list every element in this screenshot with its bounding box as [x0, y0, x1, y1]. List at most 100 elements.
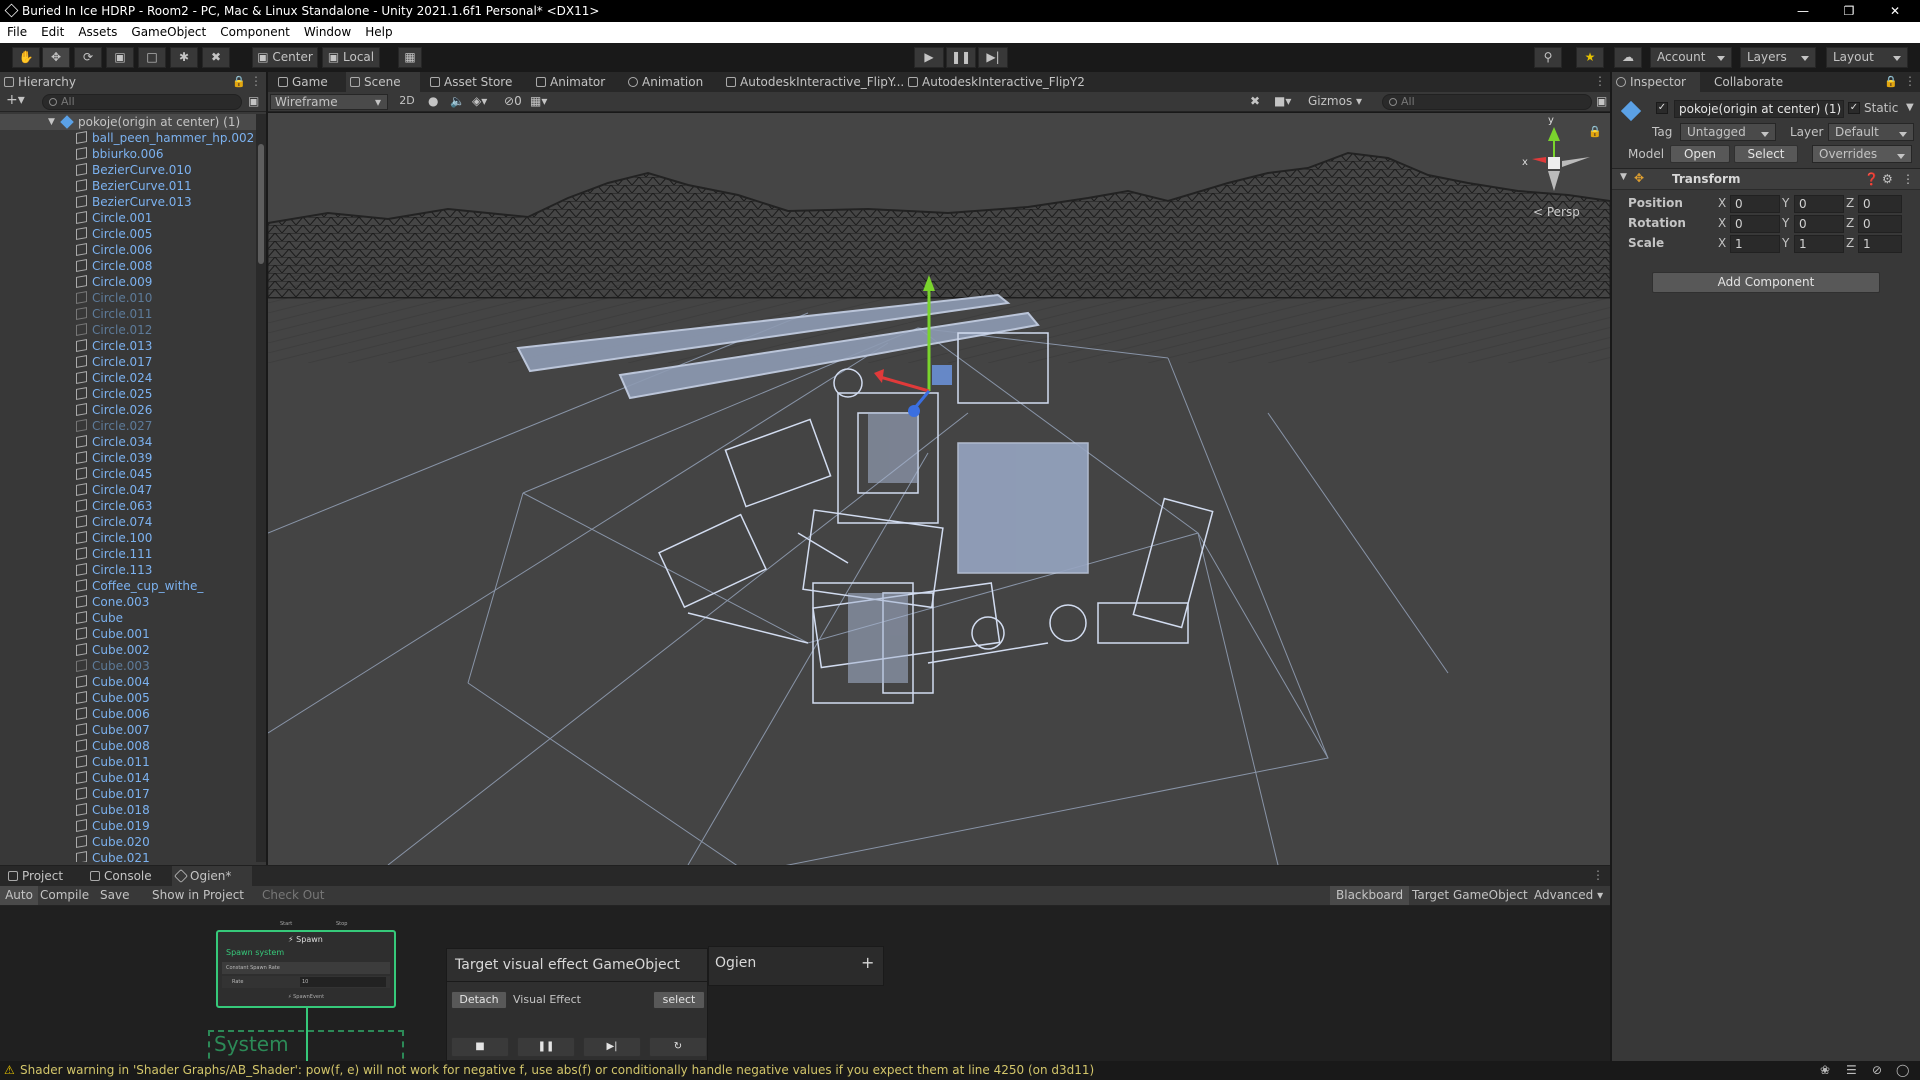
stop-button[interactable]: ■: [451, 1037, 509, 1057]
overrides-dropdown[interactable]: Overrides: [1812, 145, 1912, 163]
menu-file[interactable]: File: [0, 22, 34, 43]
projection-label[interactable]: < Persp: [1533, 205, 1580, 219]
x-field[interactable]: 0: [1730, 195, 1780, 213]
layers-status-icon[interactable]: ☰: [1846, 1061, 1857, 1080]
hierarchy-item[interactable]: Cube.002: [0, 642, 256, 658]
lighting-icon[interactable]: ●: [428, 94, 438, 108]
help-icon[interactable]: ❓: [1864, 172, 1879, 186]
tab-project[interactable]: Project: [4, 866, 84, 886]
play-button[interactable]: ▶: [914, 47, 944, 68]
presets-icon[interactable]: ⚙: [1882, 172, 1893, 186]
audio-icon[interactable]: 🔈: [450, 94, 465, 108]
hierarchy-item[interactable]: Cube.021: [0, 850, 256, 862]
rotate-tool-icon[interactable]: ⟳: [74, 47, 102, 68]
tab-hierarchy[interactable]: Hierarchy: [0, 72, 266, 92]
hierarchy-item[interactable]: Circle.027: [0, 418, 256, 434]
menu-assets[interactable]: Assets: [71, 22, 124, 43]
orientation-gizmo[interactable]: y x: [1522, 115, 1590, 191]
pivot-center-button[interactable]: ▣ Center: [252, 47, 318, 68]
hierarchy-item[interactable]: Circle.039: [0, 450, 256, 466]
rate-value[interactable]: 10: [300, 977, 386, 987]
spawn-node[interactable]: ⚡ Spawn Spawn system Constant Spawn Rate…: [216, 930, 396, 1008]
open-button[interactable]: Open: [1670, 145, 1730, 163]
menu-window[interactable]: Window: [297, 22, 358, 43]
menu-help[interactable]: Help: [358, 22, 399, 43]
hierarchy-scrollbar[interactable]: [256, 114, 266, 862]
expand-arrow-icon[interactable]: ▼: [1620, 172, 1627, 182]
save-button[interactable]: Save: [100, 888, 129, 902]
menu-component[interactable]: Component: [213, 22, 297, 43]
transform-header[interactable]: ▼ ✥ Transform ❓ ⚙ ⋮: [1612, 168, 1920, 190]
detach-button[interactable]: Detach: [451, 991, 507, 1009]
y-field[interactable]: 1: [1794, 235, 1844, 253]
tab-game[interactable]: Game: [274, 72, 342, 92]
collab-icon[interactable]: ★: [1576, 47, 1604, 68]
hierarchy-item[interactable]: Circle.063: [0, 498, 256, 514]
more-icon[interactable]: ⋮: [1592, 868, 1604, 882]
advanced-dropdown[interactable]: Advanced ▾: [1534, 888, 1603, 902]
bug-icon[interactable]: ❀: [1820, 1061, 1830, 1080]
hierarchy-item[interactable]: Circle.010: [0, 290, 256, 306]
step-effect-button[interactable]: ▶|: [583, 1037, 641, 1057]
minimize-button[interactable]: —: [1780, 0, 1826, 22]
scale-tool-icon[interactable]: ▣: [106, 47, 134, 68]
check-out-button[interactable]: Check Out: [262, 888, 324, 902]
z-field[interactable]: 0: [1858, 215, 1902, 233]
hierarchy-item[interactable]: Circle.005: [0, 226, 256, 242]
select-target-button[interactable]: select: [653, 991, 705, 1009]
hierarchy-item[interactable]: Cube.020: [0, 834, 256, 850]
scene-search-input[interactable]: All: [1382, 94, 1592, 110]
hierarchy-item[interactable]: Circle.113: [0, 562, 256, 578]
pause-button[interactable]: ❚❚: [946, 47, 976, 68]
more-icon[interactable]: ⋮: [1904, 74, 1916, 88]
show-in-project-button[interactable]: Show in Project: [152, 888, 244, 902]
menu-edit[interactable]: Edit: [34, 22, 71, 43]
shading-mode-dropdown[interactable]: Wireframe ▾: [270, 94, 388, 110]
hierarchy-item[interactable]: Circle.008: [0, 258, 256, 274]
tab-asset-store[interactable]: Asset Store: [426, 72, 516, 92]
hierarchy-item[interactable]: Cube.018: [0, 802, 256, 818]
hierarchy-item[interactable]: Circle.017: [0, 354, 256, 370]
tab-vfx-graph[interactable]: Ogien*: [172, 866, 252, 886]
pivot-local-button[interactable]: ▣ Local: [322, 47, 380, 68]
gizmos-dropdown[interactable]: Gizmos ▾: [1308, 94, 1362, 108]
hierarchy-item[interactable]: BezierCurve.010: [0, 162, 256, 178]
hierarchy-item[interactable]: Cube.004: [0, 674, 256, 690]
add-component-button[interactable]: Add Component: [1652, 272, 1880, 293]
hierarchy-item[interactable]: Cube.014: [0, 770, 256, 786]
effects-icon[interactable]: ◈▾: [472, 94, 487, 108]
hierarchy-item[interactable]: Circle.006: [0, 242, 256, 258]
spawn-rate-block[interactable]: Constant Spawn Rate: [222, 962, 390, 974]
object-name-field[interactable]: pokoje(origin at center) (1): [1674, 100, 1844, 118]
hierarchy-item[interactable]: Circle.024: [0, 370, 256, 386]
restart-effect-button[interactable]: ↻: [649, 1037, 707, 1057]
hierarchy-item[interactable]: Circle.034: [0, 434, 256, 450]
y-field[interactable]: 0: [1794, 195, 1844, 213]
z-field[interactable]: 1: [1858, 235, 1902, 253]
hierarchy-item[interactable]: Cube.006: [0, 706, 256, 722]
layer-dropdown[interactable]: Default: [1828, 123, 1914, 141]
pause-effect-button[interactable]: ❚❚: [517, 1037, 575, 1057]
target-gameobject-toggle[interactable]: Target GameObject: [1412, 888, 1528, 902]
z-field[interactable]: 0: [1858, 195, 1902, 213]
x-field[interactable]: 1: [1730, 235, 1780, 253]
static-dropdown-icon[interactable]: ▼: [1906, 102, 1914, 113]
rate-row[interactable]: Rate 10: [222, 976, 390, 988]
hierarchy-item[interactable]: Cube.005: [0, 690, 256, 706]
progress-icon[interactable]: ◯: [1896, 1061, 1909, 1080]
y-field[interactable]: 0: [1794, 215, 1844, 233]
tab-collaborate[interactable]: Collaborate: [1704, 72, 1794, 92]
debug-mode-icon[interactable]: ⊘: [1872, 1061, 1882, 1080]
hierarchy-item[interactable]: Circle.013: [0, 338, 256, 354]
static-checkbox[interactable]: ✓: [1848, 102, 1860, 114]
hierarchy-item[interactable]: Circle.001: [0, 210, 256, 226]
hierarchy-item[interactable]: Cone.003: [0, 594, 256, 610]
hierarchy-item[interactable]: Cube.007: [0, 722, 256, 738]
mode-2d-button[interactable]: 2D: [396, 94, 418, 110]
system-group[interactable]: System: [208, 1030, 404, 1061]
spawn-event-port[interactable]: ⚡ SpawnEvent: [288, 994, 324, 1000]
close-button[interactable]: ✕: [1872, 0, 1918, 22]
hierarchy-item[interactable]: ball_peen_hammer_hp.002: [0, 130, 256, 146]
hierarchy-item[interactable]: bbiurko.006: [0, 146, 256, 162]
status-bar[interactable]: ⚠ Shader warning in 'Shader Graphs/AB_Sh…: [0, 1061, 1920, 1080]
